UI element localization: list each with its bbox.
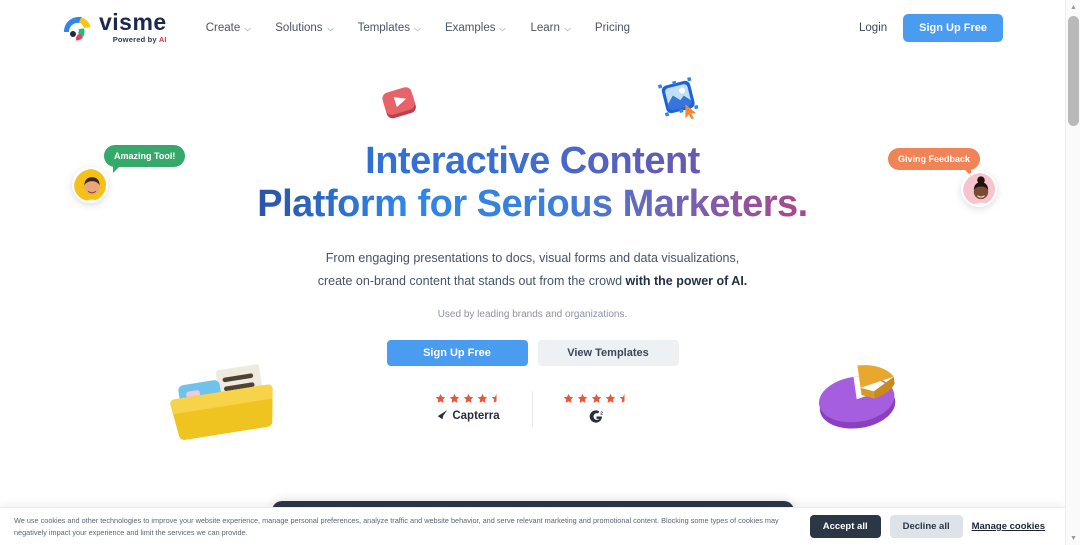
logo-tagline: Powered by AI (112, 35, 167, 45)
capterra-brand: Capterra (437, 409, 500, 423)
rating-g2[interactable]: 2 G2 (532, 391, 660, 428)
subhead-line-1: From engaging presentations to docs, vis… (325, 251, 740, 266)
main-navigation: Create Solutions Templates Examples Lear… (199, 16, 637, 40)
star-icon (449, 391, 460, 404)
speech-bubble-left: Amazing Tool! (104, 145, 186, 173)
chevron-down-icon (326, 24, 334, 32)
nav-item-templates[interactable]: Templates (351, 16, 428, 40)
star-icon (477, 391, 488, 404)
avatar-woman-pink (961, 171, 997, 207)
logo-wordmark: visme Powered by AI (99, 11, 167, 44)
nav-item-learn[interactable]: Learn (523, 16, 577, 40)
play-button-3d-icon (377, 82, 423, 128)
vertical-scrollbar[interactable]: ▲ ▼ (1065, 0, 1080, 545)
chevron-down-icon (414, 24, 421, 32)
testimonial-left: Amazing Tool! (104, 145, 186, 173)
headline-line-2: Platform for Serious Marketers. (0, 183, 1065, 226)
g2-icon: 2 (589, 409, 604, 427)
scrollbar-thumb[interactable] (1068, 16, 1079, 126)
chevron-down-icon (499, 24, 507, 32)
nav-label: Templates (357, 21, 410, 34)
star-icon (463, 391, 474, 404)
half-star-icon (491, 391, 502, 404)
speech-bubble-right-label: Giving Feedback (898, 154, 971, 164)
nav-label: Pricing (594, 21, 631, 34)
chevron-down-icon (564, 24, 571, 32)
browser-viewport: visme Powered by AI Create Solutions Tem… (0, 0, 1065, 545)
pie-chart-3d-icon (813, 358, 907, 441)
nav-item-create[interactable]: Create (199, 16, 259, 40)
star-icon (435, 391, 446, 404)
folder-documents-3d-icon (168, 360, 286, 449)
testimonial-right: Giving Feedback (888, 148, 981, 176)
nav-label: Create (205, 21, 241, 34)
nav-item-solutions[interactable]: Solutions (268, 16, 340, 40)
nav-label: Learn (530, 21, 560, 34)
speech-bubble-right: Giving Feedback (888, 148, 981, 176)
bubble-tail-icon (113, 166, 120, 173)
svg-text:2: 2 (600, 411, 603, 417)
login-link[interactable]: Login (859, 22, 887, 34)
nav-label: Examples (444, 21, 496, 34)
page-root: visme Powered by AI Create Solutions Tem… (0, 0, 1080, 545)
site-header: visme Powered by AI Create Solutions Tem… (0, 0, 1065, 55)
manage-cookies-link[interactable]: Manage cookies (972, 521, 1045, 532)
used-by-text: Used by leading brands and organizations… (437, 309, 628, 321)
capterra-icon (437, 409, 448, 423)
star-icon (591, 391, 602, 404)
decline-all-button[interactable]: Decline all (889, 515, 963, 538)
chevron-down-icon (244, 24, 251, 32)
star-rating (435, 391, 502, 404)
nav-item-pricing[interactable]: Pricing (588, 16, 637, 40)
half-star-icon (619, 391, 630, 404)
star-rating (563, 391, 630, 404)
logo-name: visme (99, 9, 167, 36)
view-templates-button[interactable]: View Templates (537, 340, 679, 367)
header-actions: Login Sign Up Free (859, 13, 1003, 42)
speech-bubble-left-label: Amazing Tool! (114, 151, 176, 161)
visme-peacock-logo-icon (62, 15, 92, 41)
signup-button-header[interactable]: Sign Up Free (903, 13, 1003, 42)
nav-item-examples[interactable]: Examples (438, 16, 514, 40)
g2-brand: 2 G2 (589, 409, 604, 427)
cookie-consent-banner: We use cookies and other technologies to… (0, 507, 1065, 545)
rating-brand-label: Capterra (452, 410, 500, 423)
accept-all-button[interactable]: Accept all (809, 515, 881, 538)
star-icon (577, 391, 588, 404)
star-icon (605, 391, 616, 404)
scroll-down-arrow-icon[interactable]: ▼ (1066, 531, 1080, 545)
rating-capterra[interactable]: Capterra (405, 391, 532, 427)
nav-label: Solutions (275, 21, 323, 34)
cookie-banner-text: We use cookies and other technologies to… (14, 515, 779, 537)
avatar-man-yellow (72, 167, 108, 203)
image-placeholder-3d-icon (656, 76, 706, 127)
cookie-banner-actions: Accept all Decline all Manage cookies (809, 515, 1045, 538)
signup-button-hero[interactable]: Sign Up Free (386, 340, 528, 367)
hero-subhead: From engaging presentations to docs, vis… (0, 247, 1065, 293)
scroll-up-arrow-icon[interactable]: ▲ (1066, 0, 1080, 14)
subhead-line-2: create on-brand content that stands out … (317, 274, 748, 289)
logo[interactable]: visme Powered by AI (62, 11, 167, 44)
star-icon (563, 391, 574, 404)
